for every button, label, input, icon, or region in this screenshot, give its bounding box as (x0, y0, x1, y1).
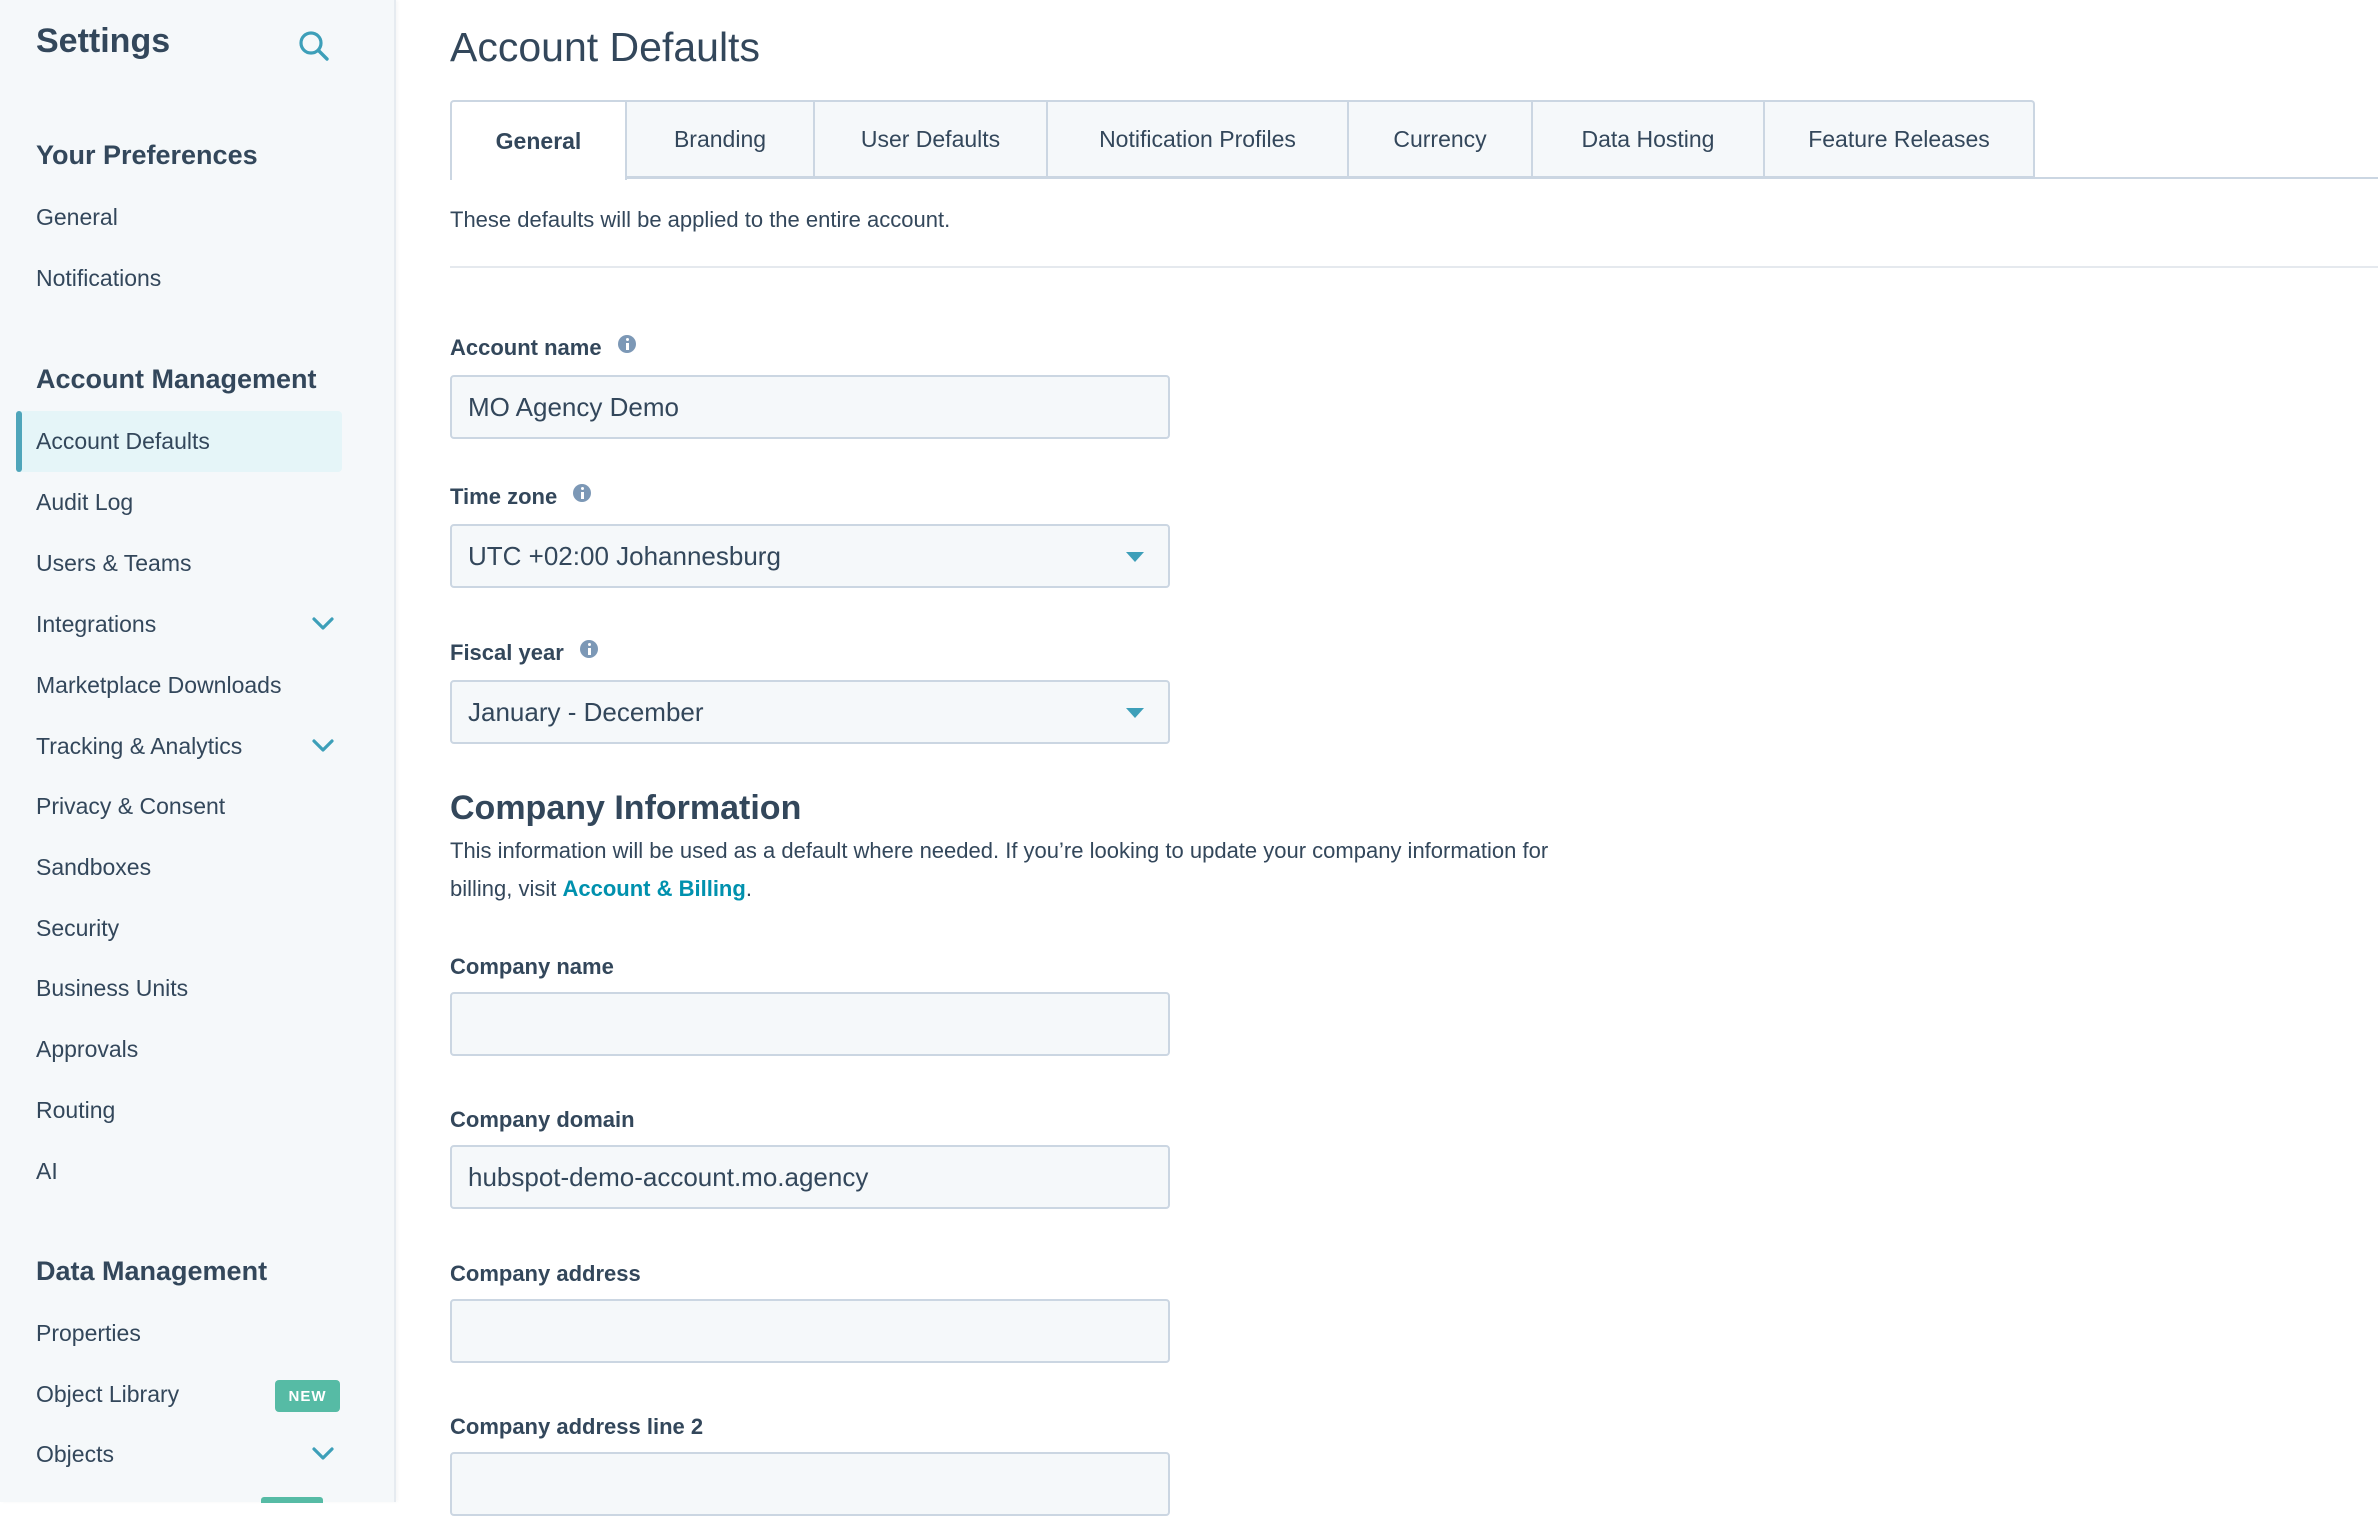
sidebar-item-approvals[interactable]: Approvals (16, 1019, 342, 1080)
account-name-label: Account name (450, 335, 636, 361)
sidebar-item-marketplace-downloads[interactable]: Marketplace Downloads (16, 655, 342, 716)
company-address-input[interactable] (450, 1299, 1170, 1363)
account-billing-link[interactable]: Account & Billing (562, 876, 745, 901)
time-zone-label: Time zone (450, 484, 592, 510)
time-zone-label-text: Time zone (450, 484, 558, 509)
company-information-heading: Company Information (450, 789, 802, 827)
company-address-line-2-label: Company address line 2 (450, 1414, 704, 1439)
sidebar-item-general[interactable]: General (16, 187, 342, 248)
sidebar-title: Settings (36, 22, 171, 60)
fiscal-year-value: January - December (468, 696, 704, 727)
time-zone-value: UTC +02:00 Johannesburg (468, 540, 781, 571)
caret-down-icon (1126, 552, 1144, 562)
new-badge: NEW (275, 1380, 340, 1412)
sidebar-item-label: Objects (36, 1441, 114, 1467)
info-icon[interactable] (617, 335, 636, 353)
tab-bar: General Branding User Defaults Notificat… (450, 100, 2378, 180)
tab-currency[interactable]: Currency (1349, 100, 1533, 178)
company-address-label: Company address (450, 1261, 641, 1286)
fiscal-year-label-text: Fiscal year (450, 640, 564, 665)
sidebar-item-label: General (36, 204, 118, 230)
settings-sidebar: Settings Your Preferences General Notifi… (0, 0, 396, 1503)
sidebar-item-properties[interactable]: Properties (16, 1303, 342, 1364)
sidebar-item-label: Business Units (36, 975, 189, 1001)
info-icon[interactable] (579, 640, 598, 658)
sidebar-heading-data-management: Data Management (36, 1256, 268, 1286)
sidebar-item-label: Integrations (36, 611, 157, 637)
sidebar-heading-your-preferences: Your Preferences (36, 140, 258, 170)
sidebar-item-ai[interactable]: AI (16, 1141, 342, 1202)
tab-description: These defaults will be applied to the en… (450, 207, 951, 232)
sidebar-item-users-teams[interactable]: Users & Teams (16, 533, 342, 594)
chevron-down-icon[interactable] (312, 1446, 334, 1462)
company-information-description: This information will be used as a defau… (450, 832, 1550, 908)
sidebar-item-notifications[interactable]: Notifications (16, 248, 342, 309)
page-title: Account Defaults (450, 24, 760, 70)
info-icon[interactable] (573, 484, 592, 502)
tab-data-hosting[interactable]: Data Hosting (1533, 100, 1765, 178)
sidebar-item-account-defaults[interactable]: Account Defaults (16, 411, 342, 472)
sidebar-item-business-units[interactable]: Business Units (16, 958, 342, 1019)
chevron-down-icon[interactable] (312, 616, 334, 632)
company-domain-label: Company domain (450, 1107, 635, 1132)
search-icon[interactable] (296, 28, 332, 64)
tab-feature-releases[interactable]: Feature Releases (1765, 100, 2035, 178)
sidebar-item-object-library[interactable]: Object Library NEW (16, 1364, 342, 1425)
fiscal-year-select[interactable]: January - December (450, 680, 1170, 744)
sidebar-item-label: Routing (36, 1097, 116, 1123)
sidebar-item-objects[interactable]: Objects (16, 1424, 342, 1485)
time-zone-select[interactable]: UTC +02:00 Johannesburg (450, 524, 1170, 588)
company-info-period: . (745, 876, 752, 901)
tab-branding[interactable]: Branding (627, 100, 815, 178)
sidebar-heading-account-management: Account Management (36, 364, 317, 394)
tab-notification-profiles[interactable]: Notification Profiles (1048, 100, 1349, 178)
partial-badge (261, 1497, 323, 1503)
chevron-down-icon[interactable] (312, 738, 334, 754)
company-name-label: Company name (450, 954, 614, 979)
sidebar-item-audit-log[interactable]: Audit Log (16, 472, 342, 533)
company-name-input[interactable] (450, 992, 1170, 1056)
sidebar-item-routing[interactable]: Routing (16, 1080, 342, 1141)
sidebar-item-label: Approvals (36, 1036, 139, 1062)
company-address-line-2-input[interactable] (450, 1452, 1170, 1516)
company-domain-input[interactable] (450, 1145, 1170, 1209)
sidebar-item-label: Tracking & Analytics (36, 733, 243, 759)
sidebar-item-sandboxes[interactable]: Sandboxes (16, 837, 342, 898)
sidebar-item-label: Marketplace Downloads (36, 672, 282, 698)
sidebar-item-integrations[interactable]: Integrations (16, 594, 342, 655)
sidebar-item-label: Object Library (36, 1381, 180, 1407)
sidebar-item-label: Privacy & Consent (36, 793, 226, 819)
sidebar-item-security[interactable]: Security (16, 898, 342, 959)
sidebar-item-label: Users & Teams (36, 550, 192, 576)
caret-down-icon (1126, 708, 1144, 718)
account-name-input[interactable] (450, 375, 1170, 439)
sidebar-item-label: Properties (36, 1320, 141, 1346)
divider (450, 266, 2378, 268)
sidebar-item-label: Audit Log (36, 489, 134, 515)
fiscal-year-label: Fiscal year (450, 640, 598, 666)
sidebar-item-label: Notifications (36, 265, 162, 291)
sidebar-item-privacy-consent[interactable]: Privacy & Consent (16, 776, 342, 837)
sidebar-item-label: Sandboxes (36, 854, 152, 880)
account-name-label-text: Account name (450, 335, 602, 360)
sidebar-item-tracking-analytics[interactable]: Tracking & Analytics (16, 716, 342, 777)
sidebar-item-label: Account Defaults (36, 428, 210, 454)
tab-general[interactable]: General (450, 100, 627, 180)
tab-user-defaults[interactable]: User Defaults (815, 100, 1048, 178)
sidebar-item-label: Security (36, 915, 120, 941)
sidebar-item-label: AI (36, 1158, 58, 1184)
